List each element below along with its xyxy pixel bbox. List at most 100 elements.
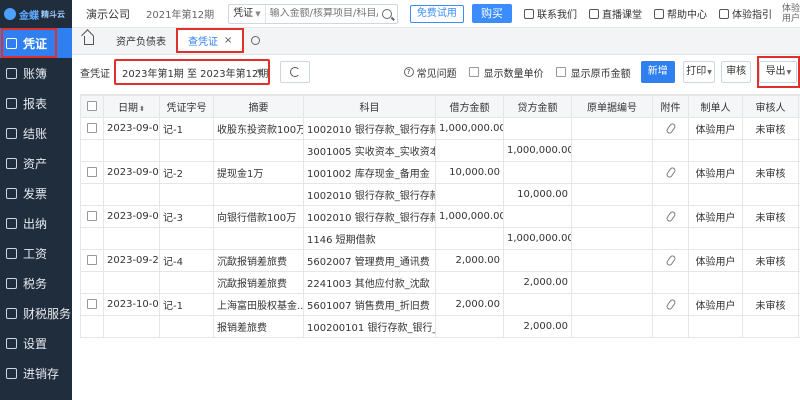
buy-button[interactable]: 购买 bbox=[471, 4, 512, 23]
row-select-cell[interactable] bbox=[80, 183, 104, 206]
close-icon[interactable]: × bbox=[224, 35, 232, 46]
sidebar-item[interactable]: 出纳 bbox=[0, 208, 72, 238]
search-type-select[interactable]: 凭证 ▼ bbox=[229, 4, 266, 23]
paperclip-icon[interactable] bbox=[664, 122, 677, 135]
paperclip-icon[interactable] bbox=[664, 210, 677, 223]
tab-label: 资产负债表 bbox=[116, 37, 166, 48]
sidebar-item[interactable]: 报表 bbox=[0, 88, 72, 118]
free-trial-button[interactable]: 免费试用 bbox=[409, 4, 464, 23]
row-select-cell[interactable] bbox=[80, 293, 104, 316]
show-qty-price-checkbox[interactable] bbox=[468, 67, 479, 77]
logo-name: 金蝶 bbox=[19, 10, 39, 22]
cell-voucher-no[interactable]: 记-1 bbox=[159, 293, 214, 316]
select-all-checkbox[interactable] bbox=[87, 101, 97, 111]
row-checkbox[interactable] bbox=[87, 123, 97, 133]
cell-account: 1002010 银行存款_银行存款... bbox=[303, 117, 436, 140]
row-checkbox[interactable] bbox=[87, 255, 97, 265]
show-qty-price-label: 显示数量单价 bbox=[483, 68, 544, 80]
row-checkbox[interactable] bbox=[87, 211, 97, 221]
cell-voucher-no[interactable]: 记-1 bbox=[159, 117, 214, 140]
row-select-cell[interactable] bbox=[80, 249, 104, 272]
cell-voucher-no[interactable]: 记-3 bbox=[159, 205, 214, 228]
table-row[interactable]: 2023-10-05 记-1 上海富田股权基金... 5601007 销售费用_折旧费… bbox=[80, 293, 800, 316]
audit-button[interactable]: 审核 bbox=[721, 61, 751, 83]
sort-icon[interactable]: ⬍ bbox=[139, 105, 145, 113]
row-checkbox[interactable] bbox=[87, 167, 97, 177]
cell-date bbox=[103, 139, 160, 162]
table-row[interactable]: 1002010 银行存款_银行存款... 10,000.00 bbox=[80, 183, 800, 206]
paperclip-icon[interactable] bbox=[664, 254, 677, 267]
cell-attachment[interactable] bbox=[652, 249, 689, 272]
cell-source-doc bbox=[571, 117, 653, 140]
table-row[interactable]: 报销差旅费 100200101 银行存款_银行_... 2,000.00 bbox=[80, 315, 800, 338]
paperclip-icon[interactable] bbox=[664, 298, 677, 311]
sidebar-item[interactable]: 凭证 bbox=[0, 28, 72, 58]
cell-source-doc bbox=[571, 161, 653, 184]
new-voucher-button[interactable]: 新增 bbox=[640, 61, 675, 83]
paperclip-icon[interactable] bbox=[664, 166, 677, 179]
user-menu[interactable]: 体验 用户 bbox=[782, 4, 800, 24]
row-checkbox[interactable] bbox=[87, 299, 97, 309]
tab-home[interactable] bbox=[72, 27, 106, 54]
company-name[interactable]: 演示公司 bbox=[86, 6, 130, 22]
date-range-select[interactable]: 2023年第1期 至 2023年第12期 ▼ bbox=[114, 59, 271, 85]
cell-voucher-no[interactable]: 记-2 bbox=[159, 161, 214, 184]
cell-credit: 1,000,000.00 bbox=[503, 227, 572, 250]
export-highlight: 导出▼ bbox=[756, 56, 800, 88]
sidebar-item-label: 进销存 bbox=[23, 366, 60, 381]
tab-query-voucher[interactable]: 查凭证 × bbox=[176, 28, 245, 53]
row-select-cell[interactable] bbox=[80, 161, 104, 184]
contact-us-link[interactable]: 联系我们 bbox=[523, 6, 577, 21]
column-header-debit: 借方金额 bbox=[435, 95, 504, 118]
cell-voucher-no[interactable]: 记-4 bbox=[159, 249, 214, 272]
table-row[interactable]: 3001005 实收资本_实收资本 1,000,000.00 bbox=[80, 139, 800, 162]
table-row[interactable]: 2023-09-27 记-4 沉歃报销差旅费 5602007 管理费用_通讯费 2,00… bbox=[80, 249, 800, 272]
tab-more-button[interactable] bbox=[244, 27, 266, 54]
sidebar-item[interactable]: 发票 bbox=[0, 178, 72, 208]
row-select-cell[interactable] bbox=[80, 227, 104, 250]
cell-attachment[interactable] bbox=[652, 205, 689, 228]
row-select-cell[interactable] bbox=[80, 205, 104, 228]
table-row[interactable]: 1146 短期借款 1,000,000.00 bbox=[80, 227, 800, 250]
settings-icon bbox=[6, 337, 17, 349]
select-all-header[interactable] bbox=[80, 95, 104, 118]
tab-balance-sheet[interactable]: 资产负债表 bbox=[106, 27, 176, 54]
sidebar-item[interactable]: 进销存 bbox=[0, 358, 72, 388]
show-qty-price-option[interactable]: 显示数量单价 bbox=[468, 65, 544, 80]
sidebar-item[interactable]: 税务 bbox=[0, 268, 72, 298]
cell-auditor: 未审核 bbox=[742, 293, 799, 316]
column-header-date[interactable]: 日期⬍ bbox=[103, 95, 160, 118]
search-icon[interactable] bbox=[381, 8, 392, 19]
sidebar-item[interactable]: 工资 bbox=[0, 238, 72, 268]
sidebar-item[interactable]: 账簿 bbox=[0, 58, 72, 88]
cell-credit bbox=[503, 117, 572, 140]
refresh-button[interactable] bbox=[280, 61, 310, 83]
export-button[interactable]: 导出▼ bbox=[759, 61, 798, 83]
print-button[interactable]: 打印▼ bbox=[682, 61, 716, 83]
table-row[interactable]: 2023-09-03 记-3 向银行借款100万 1002010 银行存款_银行存款.… bbox=[80, 205, 800, 228]
guide-link[interactable]: 体验指引 bbox=[718, 6, 772, 21]
chevron-down-icon: ▼ bbox=[707, 69, 712, 76]
show-orig-currency-checkbox[interactable] bbox=[555, 67, 566, 77]
sidebar-item[interactable]: 财税服务 bbox=[0, 298, 72, 328]
table-row[interactable]: 沉歃报销差旅费 2241003 其他应付款_沈歃 2,000.00 bbox=[80, 271, 800, 294]
table-row[interactable]: 2023-09-03 记-1 收股东投资款100万 1002010 银行存款_银行存款… bbox=[80, 117, 800, 140]
search-input[interactable] bbox=[265, 8, 382, 19]
cell-attachment[interactable] bbox=[652, 293, 689, 316]
cell-summary: 提现金1万 bbox=[213, 161, 304, 184]
table-row[interactable]: 2023-09-03 记-2 提现金1万 1001002 库存现金_备用金 10,000… bbox=[80, 161, 800, 184]
sidebar-item[interactable]: 资产 bbox=[0, 148, 72, 178]
sidebar-item[interactable]: 结账 bbox=[0, 118, 72, 148]
cell-attachment[interactable] bbox=[652, 117, 689, 140]
row-select-cell[interactable] bbox=[80, 139, 104, 162]
show-orig-currency-option[interactable]: 显示原币金额 bbox=[555, 65, 631, 80]
row-select-cell[interactable] bbox=[80, 271, 104, 294]
row-select-cell[interactable] bbox=[80, 117, 104, 140]
faq-link[interactable]: ? 常见问题 bbox=[403, 65, 457, 80]
row-select-cell[interactable] bbox=[80, 315, 104, 338]
sidebar-item[interactable]: 设置 bbox=[0, 328, 72, 358]
live-class-link[interactable]: 直播课堂 bbox=[588, 6, 642, 21]
cell-credit bbox=[503, 293, 572, 316]
cell-attachment[interactable] bbox=[652, 161, 689, 184]
help-center-link[interactable]: 帮助中心 bbox=[653, 6, 707, 21]
